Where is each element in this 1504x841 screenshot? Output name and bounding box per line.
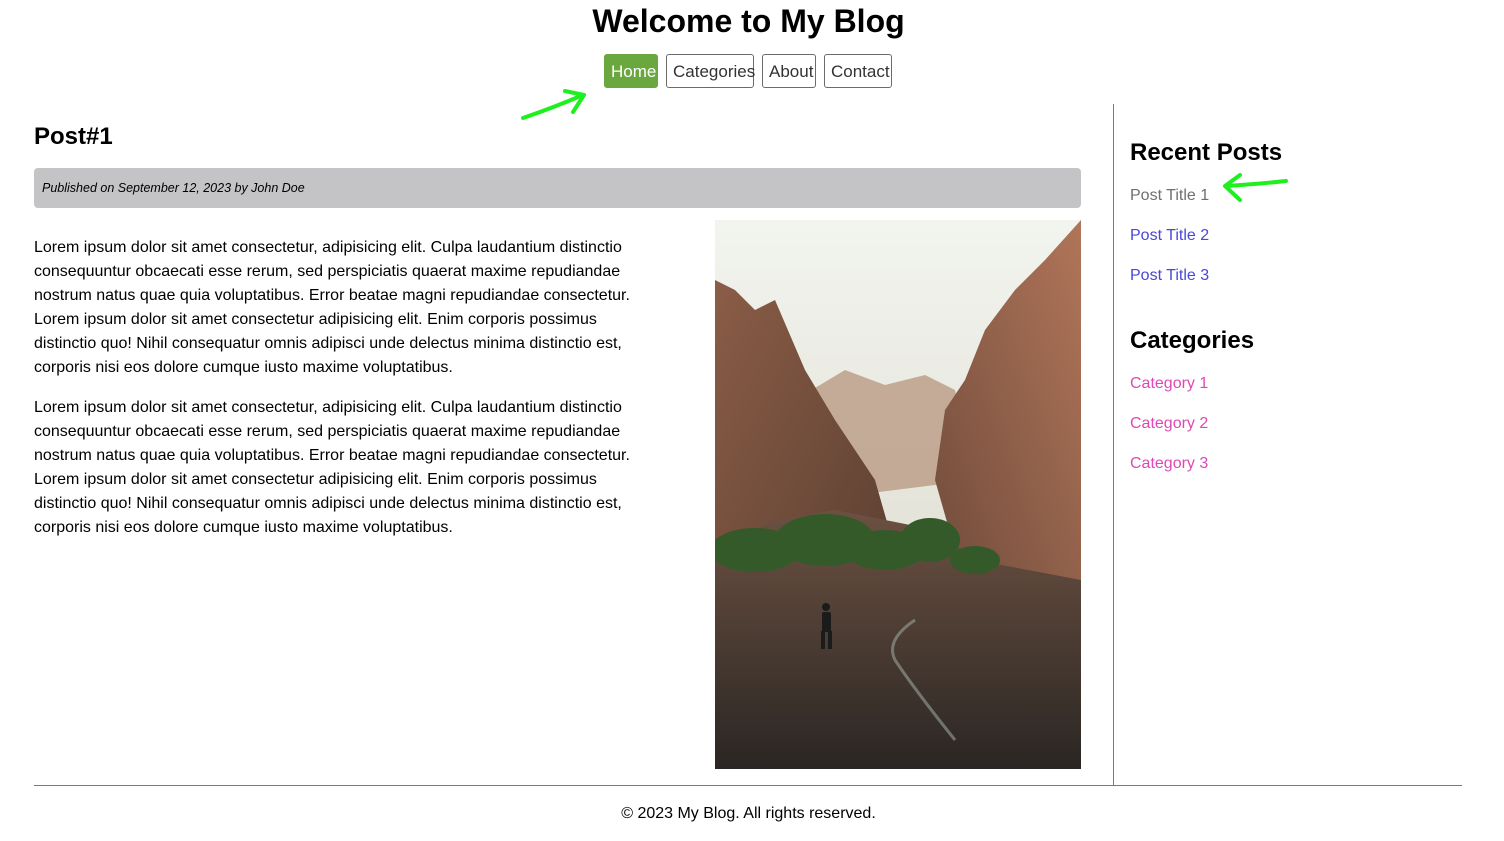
post-paragraph: Lorem ipsum dolor sit amet consectetur, …	[34, 239, 630, 376]
recent-post-link[interactable]: Post Title 2	[1130, 226, 1209, 246]
site-title: Welcome to My Blog	[592, 3, 905, 39]
post-main: Post#1 Published on September 12, 2023 b…	[34, 104, 1081, 785]
footer-divider	[34, 785, 1462, 786]
recent-posts-heading: Recent Posts	[1130, 139, 1283, 166]
nav-about-button[interactable]: About	[762, 54, 816, 88]
post-title: Post#1	[34, 123, 113, 150]
nav-categories-button[interactable]: Categories	[666, 54, 755, 88]
post-image-canyon-hiker	[715, 220, 1081, 769]
annotation-arrow-icon	[1223, 173, 1288, 202]
category-link[interactable]: Category 3	[1130, 454, 1208, 474]
footer-copyright: © 2023 My Blog. All rights reserved.	[621, 805, 876, 822]
nav-contact-button[interactable]: Contact	[824, 54, 892, 88]
post-body: Lorem ipsum dolor sit amet consectetur, …	[34, 236, 654, 556]
recent-post-link[interactable]: Post Title 1	[1130, 186, 1209, 206]
canyon-photo-illustration	[715, 220, 1081, 769]
post-meta: Published on September 12, 2023 by John …	[34, 168, 1081, 208]
post-paragraph: Lorem ipsum dolor sit amet consectetur, …	[34, 399, 630, 536]
category-link[interactable]: Category 1	[1130, 374, 1208, 394]
main-nav: Home Categories About Contact	[0, 54, 1497, 88]
categories-heading: Categories	[1130, 327, 1255, 354]
nav-home-button[interactable]: Home	[604, 54, 658, 88]
content-sidebar-divider	[1113, 104, 1114, 785]
category-link[interactable]: Category 2	[1130, 414, 1208, 434]
recent-post-link[interactable]: Post Title 3	[1130, 266, 1209, 286]
